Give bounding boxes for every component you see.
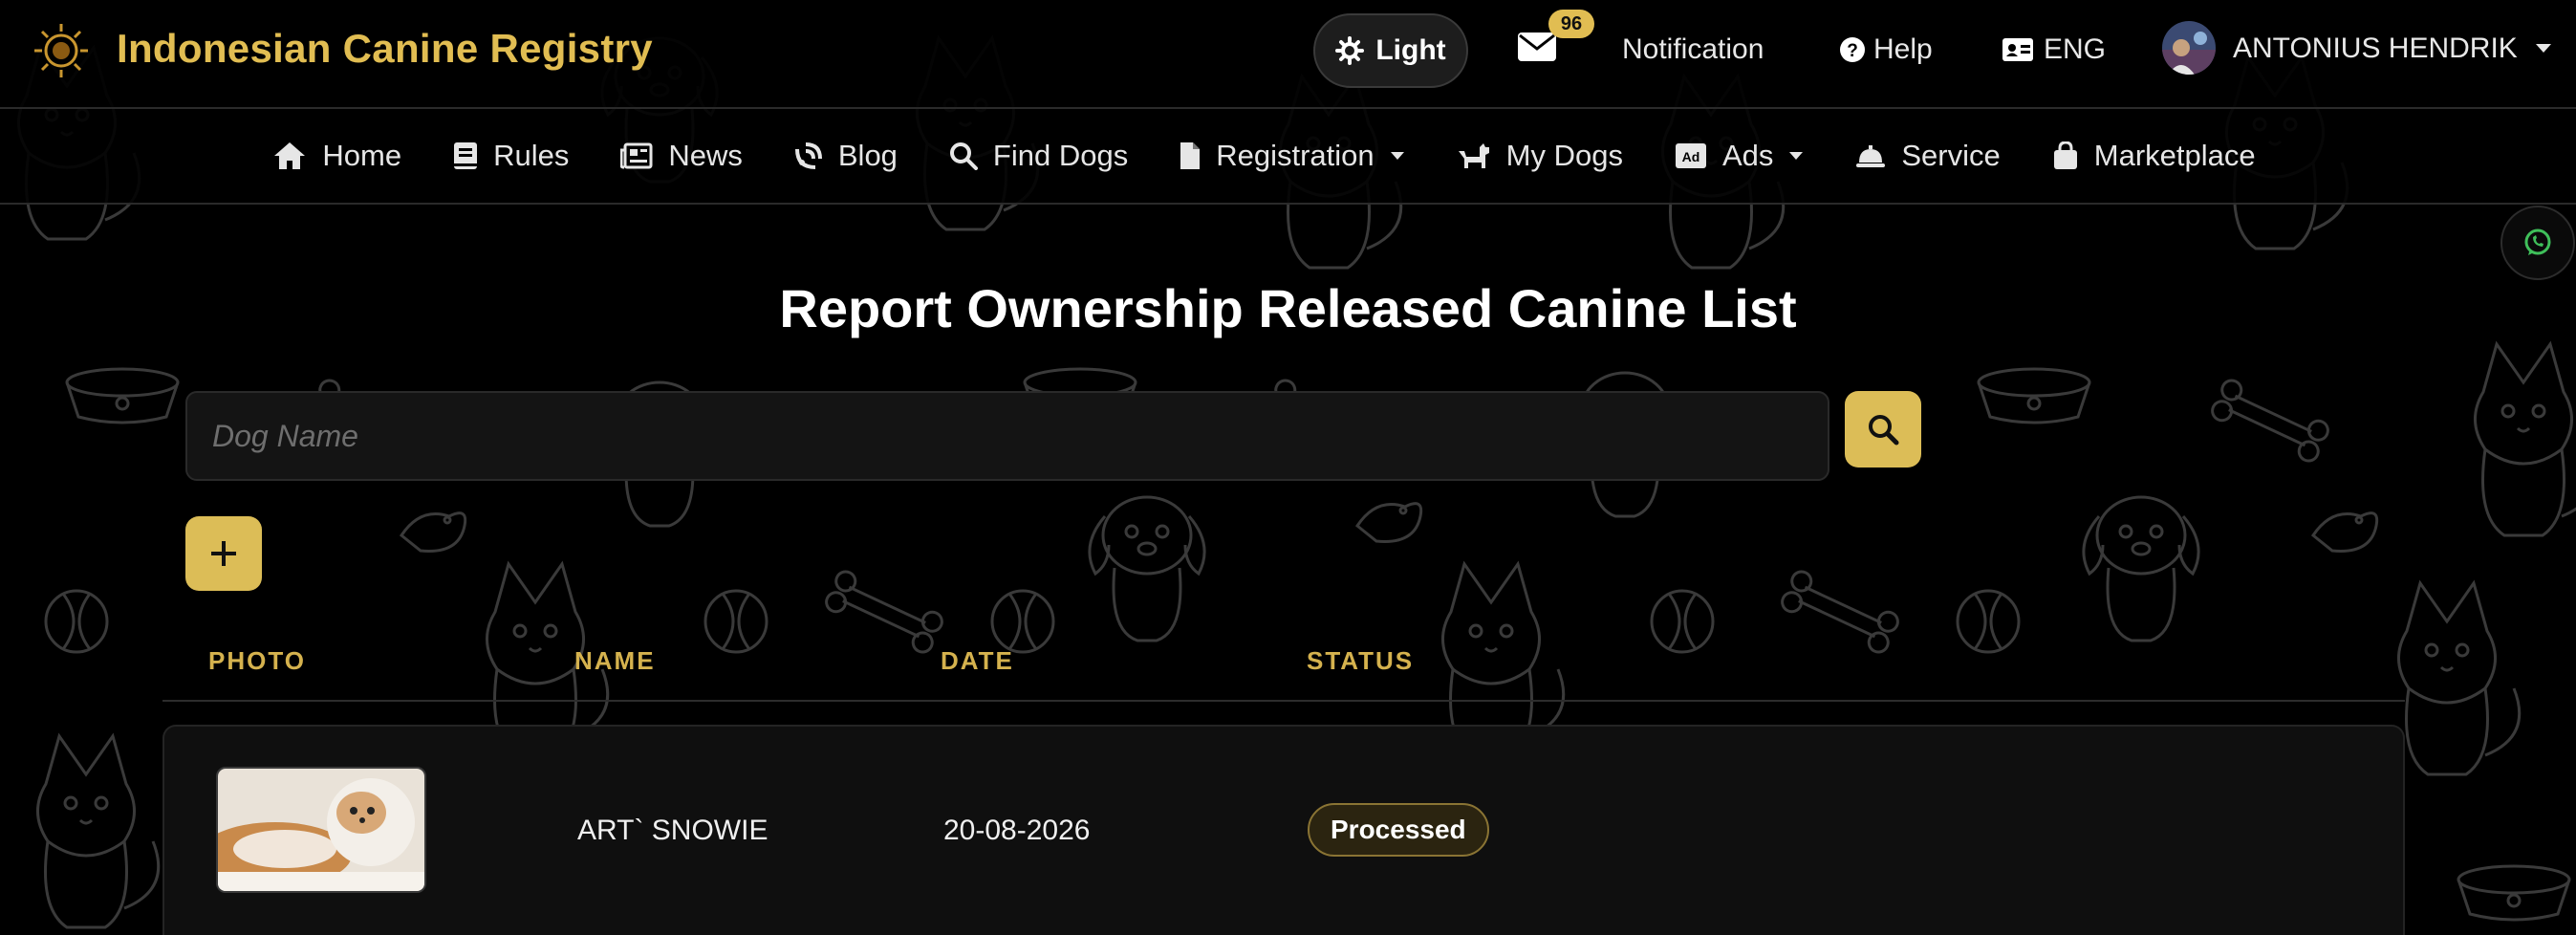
- nav-item-ads[interactable]: Ad Ads: [1675, 139, 1804, 173]
- blog-icon: [794, 142, 822, 169]
- nav-item-home[interactable]: Home: [272, 139, 401, 173]
- column-header-date: DATE: [941, 646, 1014, 675]
- question-circle-icon: ?: [1840, 37, 1865, 62]
- dog-name-search-input[interactable]: [185, 391, 1829, 481]
- date-cell: 20-08-2026: [943, 815, 1091, 846]
- dog-photo-thumbnail[interactable]: [216, 767, 426, 893]
- theme-toggle-button[interactable]: Light: [1313, 13, 1468, 88]
- nav-item-label: News: [668, 139, 743, 172]
- main-navigation: Home Rules News Blog Find Dogs Registrat…: [0, 109, 2576, 205]
- help-link[interactable]: ? Help: [1839, 33, 1933, 66]
- top-header: Indonesian Canine Registry Light 96 Noti…: [0, 0, 2576, 109]
- notification-link[interactable]: Notification: [1622, 33, 1764, 66]
- page-title: Report Ownership Released Canine List: [779, 278, 1797, 338]
- book-icon: [454, 142, 478, 169]
- dog-icon: [1458, 143, 1489, 168]
- nav-item-news[interactable]: News: [620, 139, 743, 173]
- column-header-status: STATUS: [1307, 646, 1415, 675]
- shopping-bag-icon: [2053, 141, 2077, 169]
- help-label: Help: [1873, 33, 1933, 65]
- language-label: ENG: [2044, 33, 2107, 65]
- ad-icon: Ad: [1675, 143, 1706, 168]
- dog-photo: [218, 769, 424, 891]
- nav-item-label: Marketplace: [2093, 139, 2256, 172]
- search-button[interactable]: [1845, 391, 1921, 468]
- svg-text:?: ?: [1847, 41, 1858, 61]
- file-icon: [1180, 142, 1201, 169]
- nav-item-label: Home: [322, 139, 402, 172]
- sun-gear-icon: [1335, 36, 1365, 65]
- home-icon: [274, 142, 306, 169]
- user-name: ANTONIUS HENDRIK: [2233, 33, 2518, 64]
- column-header-name: NAME: [574, 646, 656, 675]
- user-avatar[interactable]: [2162, 21, 2216, 75]
- mail-icon[interactable]: [1516, 31, 1558, 63]
- caret-down-icon: [2535, 44, 2551, 53]
- search-icon: [949, 142, 978, 170]
- id-card-icon: [2002, 38, 2033, 61]
- nav-item-find-dogs[interactable]: Find Dogs: [949, 139, 1128, 173]
- column-header-photo: PHOTO: [208, 646, 306, 675]
- caret-down-icon: [1390, 152, 1404, 160]
- brand-title[interactable]: Indonesian Canine Registry: [117, 26, 653, 72]
- status-badge: Processed: [1308, 803, 1489, 857]
- registry-logo[interactable]: [32, 22, 90, 79]
- svg-text:Ad: Ad: [1682, 149, 1700, 164]
- nav-item-registration[interactable]: Registration: [1180, 139, 1404, 173]
- table-row[interactable]: ART` SNOWIE 20-08-2026 Processed: [162, 725, 2405, 935]
- newspaper-icon: [620, 142, 653, 169]
- user-menu[interactable]: ANTONIUS HENDRIK: [2233, 33, 2552, 65]
- nav-item-label: Blog: [837, 139, 898, 172]
- theme-toggle-label: Light: [1375, 34, 1446, 66]
- language-selector[interactable]: ENG: [2002, 33, 2106, 66]
- service-bell-icon: [1856, 145, 1886, 167]
- search-icon: [1869, 415, 1899, 446]
- nav-item-label: Registration: [1216, 139, 1375, 172]
- whatsapp-button[interactable]: [2500, 206, 2575, 280]
- caret-down-icon: [1789, 152, 1804, 160]
- table-header: PHOTO NAME DATE STATUS: [162, 637, 2405, 702]
- nav-item-label: My Dogs: [1505, 139, 1623, 172]
- mail-count-badge: 96: [1548, 10, 1594, 38]
- nav-item-label: Find Dogs: [992, 139, 1129, 172]
- add-report-button[interactable]: [185, 516, 262, 591]
- nav-item-label: Ads: [1721, 139, 1774, 172]
- nav-item-service[interactable]: Service: [1855, 139, 2001, 173]
- nav-item-marketplace[interactable]: Marketplace: [2052, 139, 2256, 173]
- plus-icon: [211, 541, 236, 566]
- nav-item-label: Service: [1901, 139, 2001, 172]
- nav-item-my-dogs[interactable]: My Dogs: [1457, 139, 1623, 173]
- dog-name-cell: ART` SNOWIE: [577, 815, 768, 846]
- whatsapp-icon: [2524, 228, 2551, 255]
- nav-item-label: Rules: [493, 139, 570, 172]
- nav-item-rules[interactable]: Rules: [453, 139, 569, 173]
- nav-item-blog[interactable]: Blog: [794, 139, 898, 173]
